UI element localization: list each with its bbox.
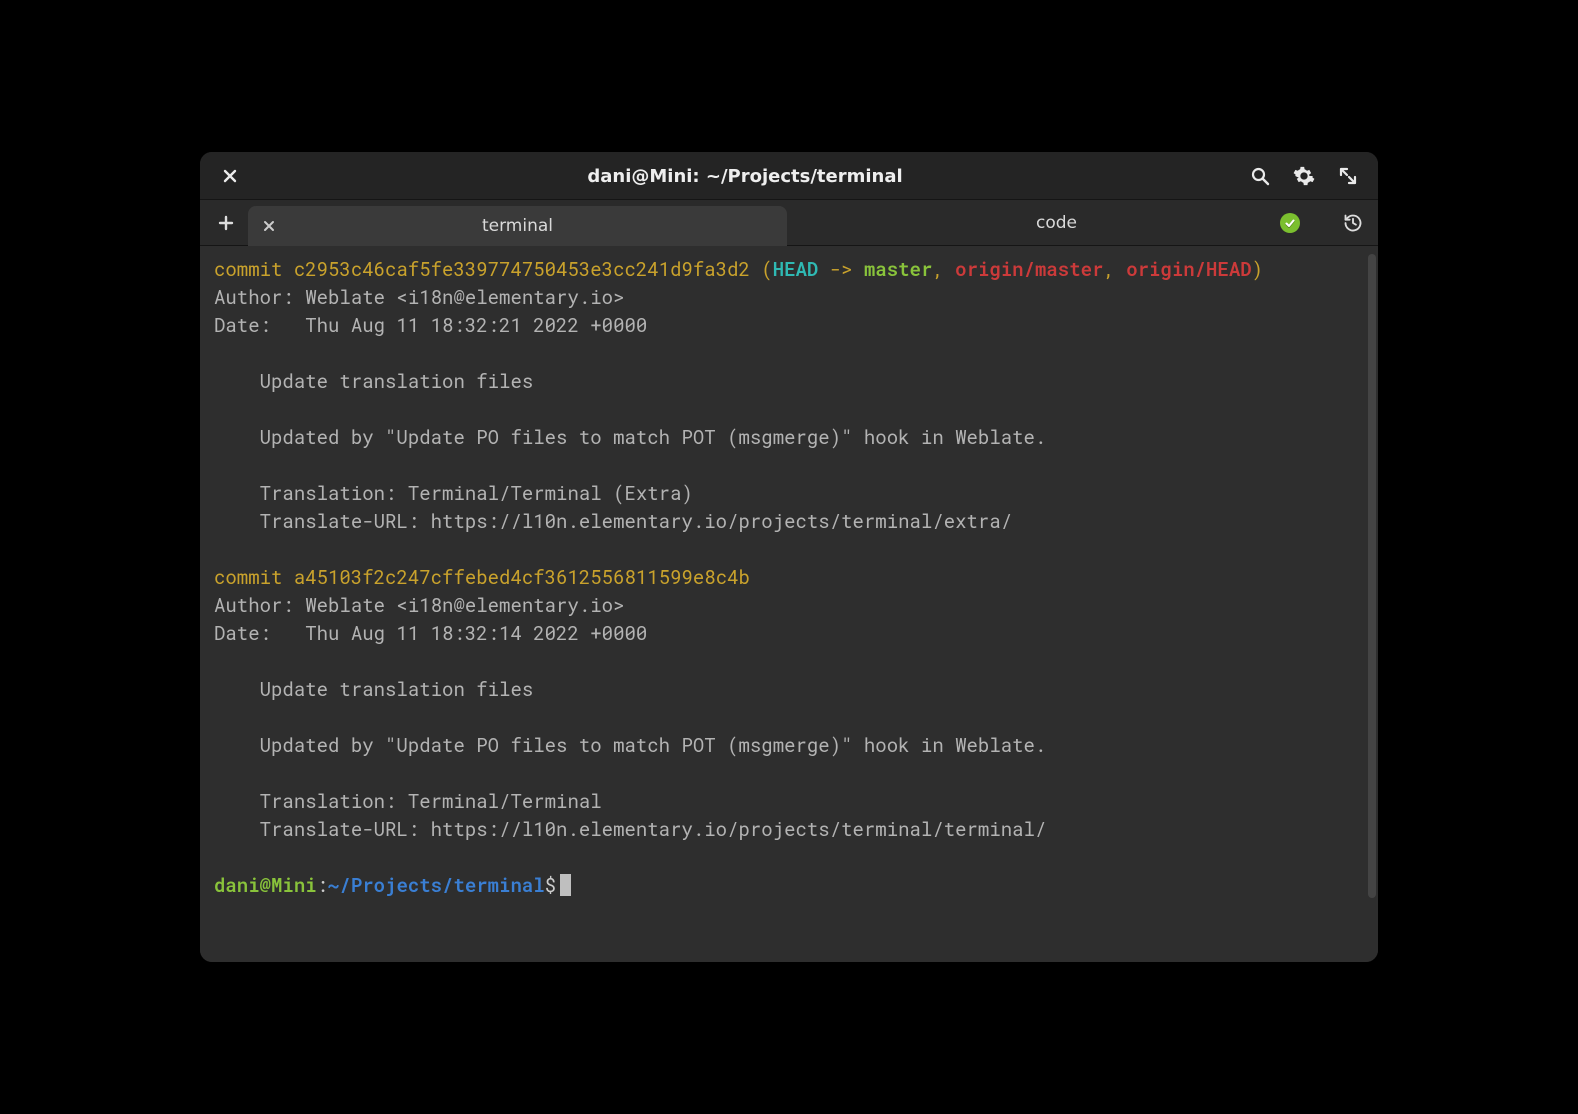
close-window-button[interactable]: [214, 160, 246, 192]
commit-line: commit c2953c46caf5fe339774750453e3cc241…: [214, 257, 773, 282]
plus-icon: [218, 215, 234, 231]
commit-body-line: Translate-URL: https://l10n.elementary.i…: [214, 817, 1046, 842]
commit-date: Date: Thu Aug 11 18:32:14 2022 +0000: [214, 621, 647, 646]
scrollbar[interactable]: [1368, 254, 1376, 954]
ref-remote: origin/HEAD: [1126, 257, 1251, 282]
close-icon: [223, 169, 237, 183]
commit-body-line: Translation: Terminal/Terminal (Extra): [214, 481, 693, 506]
tab-success-badge: [1280, 213, 1300, 233]
terminal-area[interactable]: commit c2953c46caf5fe339774750453e3cc241…: [200, 246, 1378, 962]
history-button[interactable]: [1338, 208, 1368, 238]
fullscreen-button[interactable]: [1332, 160, 1364, 192]
ref-head: HEAD: [773, 257, 819, 282]
settings-button[interactable]: [1288, 160, 1320, 192]
check-icon: [1284, 217, 1296, 229]
expand-icon: [1339, 167, 1357, 185]
window-title: dani@Mini: ~/Projects/terminal: [587, 166, 902, 187]
titlebar: dani@Mini: ~/Projects/terminal: [200, 152, 1378, 200]
commit-author: Author: Weblate <i18n@elementary.io>: [214, 593, 624, 618]
tab-bar: terminal code: [200, 200, 1378, 246]
close-icon: [263, 220, 275, 232]
search-icon: [1250, 166, 1270, 186]
tab-label: terminal: [482, 216, 553, 236]
tab-code[interactable]: code: [787, 200, 1326, 246]
ref-remote: origin/master: [955, 257, 1103, 282]
ref-local: master: [864, 257, 932, 282]
scrollbar-thumb[interactable]: [1368, 254, 1376, 898]
cursor: [560, 874, 571, 896]
search-button[interactable]: [1244, 160, 1276, 192]
commit-body-line: Updated by "Update PO files to match POT…: [214, 425, 1046, 450]
commit-author: Author: Weblate <i18n@elementary.io>: [214, 285, 624, 310]
commit-body-line: Update translation files: [214, 677, 533, 702]
commit-line: commit a45103f2c247cffebed4cf36125568115…: [214, 565, 750, 590]
tab-terminal[interactable]: terminal: [248, 206, 787, 246]
history-icon: [1343, 213, 1363, 233]
commit-body-line: Translation: Terminal/Terminal: [214, 789, 602, 814]
terminal-output[interactable]: commit c2953c46caf5fe339774750453e3cc241…: [200, 246, 1370, 962]
tab-close-button[interactable]: [258, 215, 280, 237]
commit-body-line: Translate-URL: https://l10n.elementary.i…: [214, 509, 1012, 534]
gear-icon: [1293, 165, 1315, 187]
prompt-path: ~/Projects/terminal: [328, 873, 545, 898]
commit-date: Date: Thu Aug 11 18:32:21 2022 +0000: [214, 313, 647, 338]
new-tab-button[interactable]: [212, 209, 240, 237]
prompt-user-host: dani@Mini: [214, 873, 317, 898]
tab-label: code: [1036, 213, 1077, 233]
tabs-container: terminal code: [248, 200, 1326, 246]
prompt-sigil: $: [545, 873, 556, 898]
terminal-window: dani@Mini: ~/Projects/terminal: [200, 152, 1378, 962]
commit-body-line: Updated by "Update PO files to match POT…: [214, 733, 1046, 758]
commit-body-line: Update translation files: [214, 369, 533, 394]
